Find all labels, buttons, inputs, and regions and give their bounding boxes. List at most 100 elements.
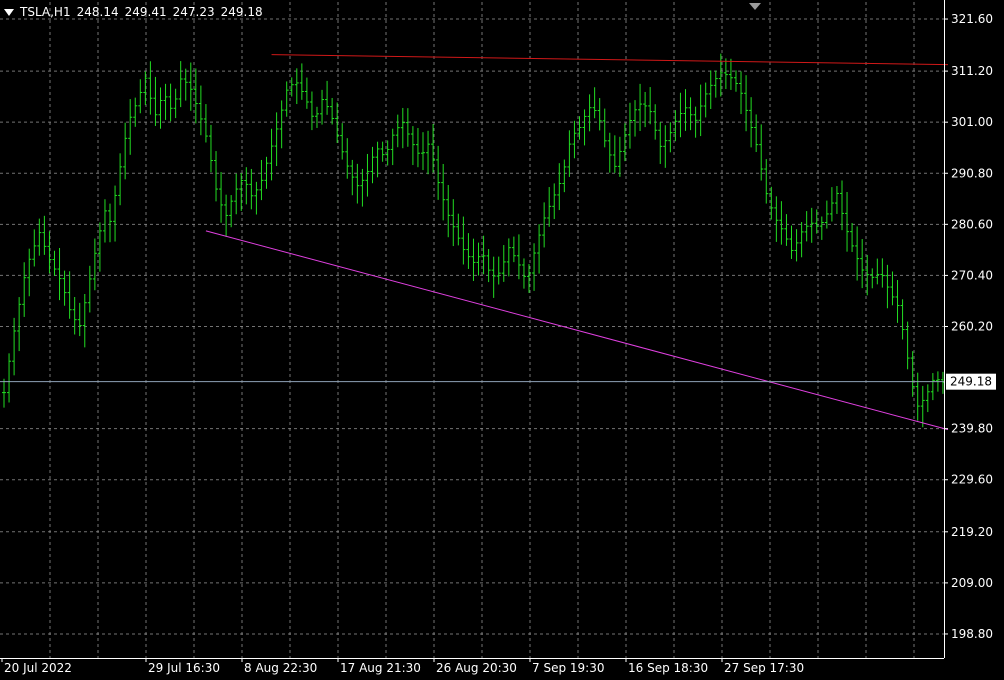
ohlc-bar [214,151,219,202]
ohlc-bar [870,268,875,289]
ohlc-bar [456,213,461,246]
ohlc-bar [183,68,188,101]
price-tick-label: 209.00 [951,576,993,590]
ohlc-bar [97,222,102,272]
ohlc-bar [900,299,905,340]
ohlc-bar [32,229,37,267]
support-trendline [205,230,949,431]
ohlc-bar [683,89,688,131]
ohlc-bar [113,185,118,242]
resistance-trendline [271,54,949,66]
ohlc-bar [617,136,622,177]
ohlc-bar [572,120,577,159]
ohlc-bar [506,238,511,277]
ohlc-bar [102,199,107,243]
ohlc-bar [375,141,380,178]
price-tick-label: 270.40 [951,268,993,282]
price-tick-label: 229.60 [951,473,993,487]
dropdown-triangle-icon[interactable] [4,8,14,16]
ohlc-bar [678,92,683,138]
ohlc-bar [188,62,193,111]
ohlc-bar [915,372,920,421]
ohlc-bar [274,112,279,167]
time-tick-label: 29 Jul 16:30 [148,661,220,675]
ohlc-bar [244,167,249,205]
ohlc-bar [87,265,92,313]
chart-grid [0,2,944,658]
ohlc-bar [335,102,340,143]
ohlc-bar [592,87,597,119]
ohlc-bar [405,108,410,147]
ohlc-bar [239,173,244,211]
ohlc-bar [829,187,834,222]
ohlc-bar [839,180,844,231]
ohlc-bar [415,128,420,168]
ohlc-bar [360,168,365,207]
price-tick-label: 321.60 [951,12,993,26]
ohlc-bar [304,77,309,109]
time-tick-label: 27 Sep 17:30 [724,661,804,675]
ohlc-bar [22,262,27,317]
ohlc-bar [365,153,370,197]
ohlc-bar [370,146,375,184]
ohlc-bar [688,97,693,131]
ohlc-bar [794,229,799,262]
ohlc-bar [320,89,325,125]
time-tick-label: 20 Jul 2022 [4,661,72,675]
ohlc-bar [426,130,431,175]
ohlc-bar [400,107,405,149]
ohlc-bar [532,243,537,291]
ohlc-bar [733,70,738,92]
ohlc-bar [759,124,764,181]
price-bars [2,53,945,428]
ohlc-bar [587,94,592,132]
time-tick-label: 26 Aug 20:30 [436,661,517,675]
ohlc-bar [476,242,481,276]
ohlc-bar [203,104,208,143]
ohlc-bar [845,191,850,252]
ohlc-bar [789,225,794,259]
ohlc-bar [708,70,713,110]
ohlc-bar [173,88,178,119]
ohlc-bar [234,173,239,215]
ohlc-bar [143,71,148,106]
ohlc-bar [340,123,345,160]
ohlc-bar [638,83,643,131]
ohlc-bar [703,82,708,118]
ohlc-bar [521,258,526,289]
ohlc-bar [597,98,602,131]
ohlc-bar [885,264,890,309]
ohlc-bar [850,222,855,252]
ohlc-bar [668,122,673,153]
ohlc-bar [542,202,547,248]
chart-frame [0,0,945,659]
time-tick-label: 8 Aug 22:30 [244,661,317,675]
ohlc-bar [224,194,229,237]
ohlc-bar [461,216,466,265]
ohlc-bar [562,159,567,193]
ohlc-bar [259,159,264,201]
ohlc-bar [123,122,128,180]
ohlc-bar [728,58,733,90]
ohlc-bar [774,196,779,242]
ohlc-bar [67,271,72,319]
price-chart[interactable]: 321.60 311.20 301.00 290.80 280.60 270.40 260.… [0,0,1004,680]
ohlc-bar [314,106,319,128]
chart-shift-marker-icon[interactable] [749,3,761,10]
ohlc-bar [633,100,638,137]
ohlc-bar [108,203,113,243]
ohlc-bar [860,239,865,289]
ohlc-bar [325,80,330,115]
price-tick-label: 239.80 [951,422,993,436]
current-price-tag: 249.18 [946,373,996,390]
ohlc-bar [582,109,587,146]
price-tick-label: 260.20 [951,319,993,333]
ohlc-bar [294,68,299,105]
ohlc-bar [698,84,703,137]
ohlc-bar [491,256,496,298]
ohlc-bar [17,297,22,352]
ohlc-bar [895,280,900,323]
ohlc-bar [208,124,213,173]
ohlc-bar [607,132,612,173]
ohlc-bar [834,185,839,214]
